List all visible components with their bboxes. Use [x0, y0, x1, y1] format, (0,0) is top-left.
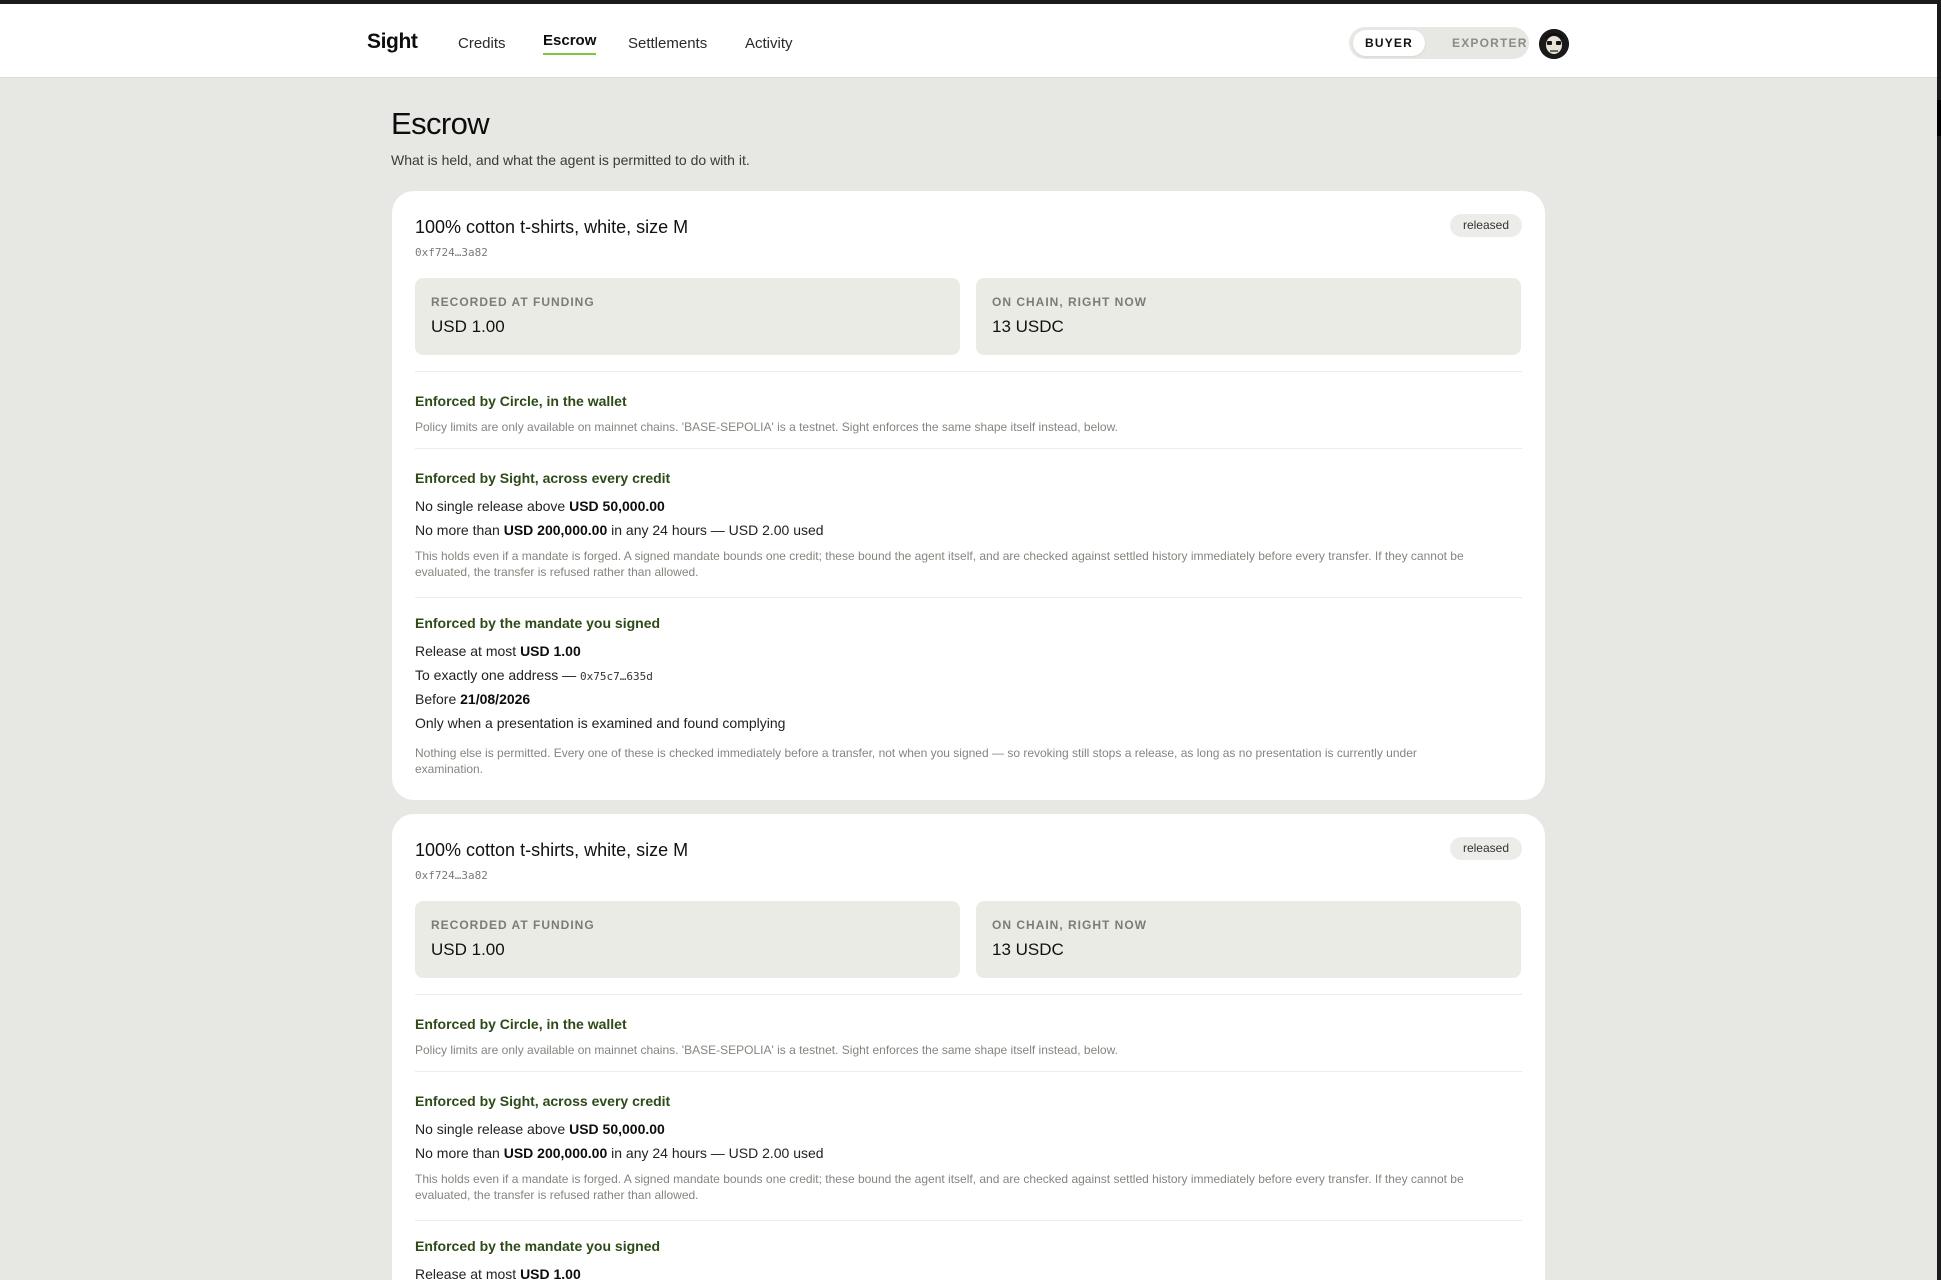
recorded-value: USD 1.00 [431, 317, 505, 336]
top-navigation: Sight Credits Escrow Settlements Activit… [0, 4, 1937, 78]
divider [415, 371, 1522, 372]
daily-limit: No more than USD 200,000.00 in any 24 ho… [415, 1145, 824, 1161]
onchain-value: 13 USDC [992, 317, 1064, 336]
role-toggle: BUYER EXPORTER [1349, 27, 1529, 59]
sight-section-note: This holds even if a mandate is forged. … [415, 1172, 1464, 1202]
escrow-card: 100% cotton t-shirts, white, size M 0xf7… [392, 191, 1545, 800]
onchain-label: ON CHAIN, RIGHT NOW [992, 918, 1147, 932]
recorded-value: USD 1.00 [431, 940, 505, 959]
daily-limit-amount: USD 200,000.00 [503, 1145, 608, 1161]
daily-limit-prefix: No more than [415, 1145, 500, 1161]
escrow-id: 0xf724…3a82 [415, 869, 488, 882]
mandate-release-prefix: Release at most [415, 643, 517, 659]
sight-section-note: This holds even if a mandate is forged. … [415, 549, 1464, 579]
mandate-section-note: Nothing else is permitted. Every one of … [415, 746, 1417, 776]
mandate-release-amount: USD 1.00 [520, 1266, 581, 1280]
nav-link-activity[interactable]: Activity [745, 35, 793, 52]
recorded-at-funding-panel: RECORDED AT FUNDING USD 1.00 [415, 278, 960, 355]
onchain-value: 13 USDC [992, 940, 1064, 959]
status-badge: released [1449, 837, 1522, 860]
daily-limit-prefix: No more than [415, 522, 500, 538]
mandate-release-limit: Release at most USD 1.00 [415, 1266, 581, 1280]
mandate-address-value: 0x75c7…635d [579, 670, 653, 683]
daily-limit-suffix: in any 24 hours — USD 2.00 used [611, 1145, 824, 1161]
single-release-prefix: No single release above [415, 1121, 566, 1137]
window-edge-marker [1937, 100, 1941, 136]
single-release-amount: USD 50,000.00 [569, 1121, 665, 1137]
window-edge [1937, 0, 1941, 1280]
single-release-limit: No single release above USD 50,000.00 [415, 498, 665, 514]
divider [415, 448, 1522, 449]
sight-section-heading: Enforced by Sight, across every credit [415, 1093, 671, 1109]
on-chain-panel: ON CHAIN, RIGHT NOW 13 USDC [976, 278, 1521, 355]
divider [415, 994, 1522, 995]
escrow-title: 100% cotton t-shirts, white, size M [415, 217, 689, 237]
page-title: Escrow [391, 106, 490, 141]
escrow-card: 100% cotton t-shirts, white, size M 0xf7… [392, 814, 1545, 1280]
circle-section-heading: Enforced by Circle, in the wallet [415, 1016, 627, 1032]
single-release-amount: USD 50,000.00 [569, 498, 665, 514]
avatar-icon [1539, 29, 1569, 59]
nav-link-escrow[interactable]: Escrow [543, 32, 597, 55]
circle-section-heading: Enforced by Circle, in the wallet [415, 393, 627, 409]
app-viewport: Sight Credits Escrow Settlements Activit… [0, 4, 1937, 1280]
daily-limit-amount: USD 200,000.00 [503, 522, 608, 538]
role-exporter-option[interactable]: EXPORTER [1440, 30, 1540, 56]
mandate-address: To exactly one address — 0x75c7…635d [415, 667, 653, 683]
page-subtitle: What is held, and what the agent is perm… [391, 152, 750, 168]
mandate-release-amount: USD 1.00 [520, 643, 581, 659]
circle-section-note: Policy limits are only available on main… [415, 1043, 1118, 1057]
sight-section-heading: Enforced by Sight, across every credit [415, 470, 671, 486]
mandate-release-limit: Release at most USD 1.00 [415, 643, 581, 659]
escrow-title: 100% cotton t-shirts, white, size M [415, 840, 689, 860]
nav-link-settlements[interactable]: Settlements [628, 35, 707, 52]
mandate-deadline: Before 21/08/2026 [415, 691, 530, 707]
nav-link-credits[interactable]: Credits [458, 35, 506, 52]
recorded-label: RECORDED AT FUNDING [431, 295, 595, 309]
single-release-limit: No single release above USD 50,000.00 [415, 1121, 665, 1137]
circle-section-note: Policy limits are only available on main… [415, 420, 1118, 434]
recorded-at-funding-panel: RECORDED AT FUNDING USD 1.00 [415, 901, 960, 978]
mandate-section-heading: Enforced by the mandate you signed [415, 615, 661, 631]
escrow-id: 0xf724…3a82 [415, 246, 488, 259]
mandate-before-prefix: Before [415, 691, 457, 707]
daily-limit-suffix: in any 24 hours — USD 2.00 used [611, 522, 824, 538]
mandate-release-prefix: Release at most [415, 1266, 517, 1280]
divider [415, 597, 1522, 598]
divider [415, 1071, 1522, 1072]
user-avatar[interactable] [1539, 29, 1569, 59]
on-chain-panel: ON CHAIN, RIGHT NOW 13 USDC [976, 901, 1521, 978]
single-release-prefix: No single release above [415, 498, 566, 514]
brand-logo[interactable]: Sight [367, 30, 418, 54]
mandate-condition: Only when a presentation is examined and… [415, 715, 786, 731]
divider [415, 1220, 1522, 1221]
mandate-before-date: 21/08/2026 [460, 691, 531, 707]
mandate-address-prefix: To exactly one address — [415, 667, 577, 683]
recorded-label: RECORDED AT FUNDING [431, 918, 595, 932]
role-buyer-option[interactable]: BUYER [1353, 30, 1426, 56]
onchain-label: ON CHAIN, RIGHT NOW [992, 295, 1147, 309]
status-badge: released [1449, 214, 1522, 237]
daily-limit: No more than USD 200,000.00 in any 24 ho… [415, 522, 824, 538]
mandate-section-heading: Enforced by the mandate you signed [415, 1238, 661, 1254]
